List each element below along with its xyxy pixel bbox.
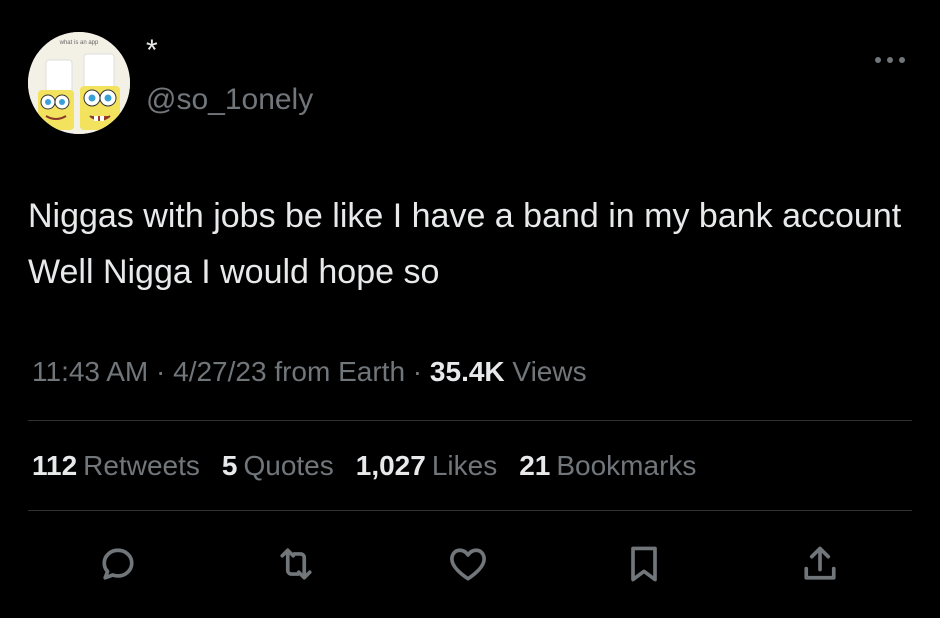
likes-label: Likes (431, 450, 498, 481)
avatar-image: what is an app (28, 32, 130, 134)
avatar[interactable]: what is an app (28, 32, 130, 134)
likes-stat[interactable]: 1,027 Likes (356, 448, 497, 484)
retweets-stat[interactable]: 112 Retweets (32, 448, 200, 484)
like-button[interactable] (440, 536, 496, 592)
views-label: Views (504, 356, 587, 387)
divider (28, 420, 912, 421)
reply-icon (102, 548, 134, 580)
quotes-label: Quotes (243, 450, 334, 481)
more-dot-icon (875, 57, 881, 63)
bookmarks-label: Bookmarks (556, 450, 697, 481)
user-handle[interactable]: @so_1onely (146, 82, 313, 118)
more-dot-icon (899, 57, 905, 63)
retweets-label: Retweets (83, 450, 200, 481)
reply-button[interactable] (90, 536, 146, 592)
bookmark-icon (631, 546, 657, 582)
display-name[interactable]: * (146, 36, 158, 66)
more-options-button[interactable] (868, 48, 912, 72)
divider (28, 510, 912, 511)
action-bar (0, 536, 940, 592)
tweet-text: Niggas with jobs be like I have a band i… (28, 197, 902, 291)
views-count[interactable]: 35.4K (430, 356, 505, 387)
meta-separator: · (405, 356, 430, 387)
likes-count: 1,027 (355, 450, 426, 481)
tweet-source: from Earth (266, 356, 406, 387)
like-icon (450, 548, 486, 581)
share-icon (804, 546, 836, 580)
retweet-button[interactable] (268, 536, 324, 592)
bookmarks-count: 21 (519, 450, 551, 481)
bookmark-button[interactable] (616, 536, 672, 592)
tweet-detail: what is an app * @so_1onely Niggas with … (0, 0, 940, 618)
more-dot-icon (887, 57, 893, 63)
tweet-meta: 11:43 AM · 4/27/23 from Earth · 35.4K Vi… (32, 354, 587, 390)
retweets-count: 112 (32, 450, 78, 481)
quotes-count: 5 (221, 450, 238, 481)
avatar-caption: what is an app (59, 40, 99, 46)
engagement-stats: 112 Retweets 5 Quotes 1,027 Likes 21 Bookmar… (32, 448, 696, 484)
share-button[interactable] (792, 536, 848, 592)
quotes-stat[interactable]: 5 Quotes (222, 448, 334, 484)
retweet-icon (280, 548, 312, 580)
tweet-time[interactable]: 11:43 AM (32, 356, 148, 387)
meta-separator: · (148, 356, 174, 387)
bookmarks-stat[interactable]: 21 Bookmarks (519, 448, 696, 484)
tweet-date[interactable]: 4/27/23 (173, 356, 266, 387)
